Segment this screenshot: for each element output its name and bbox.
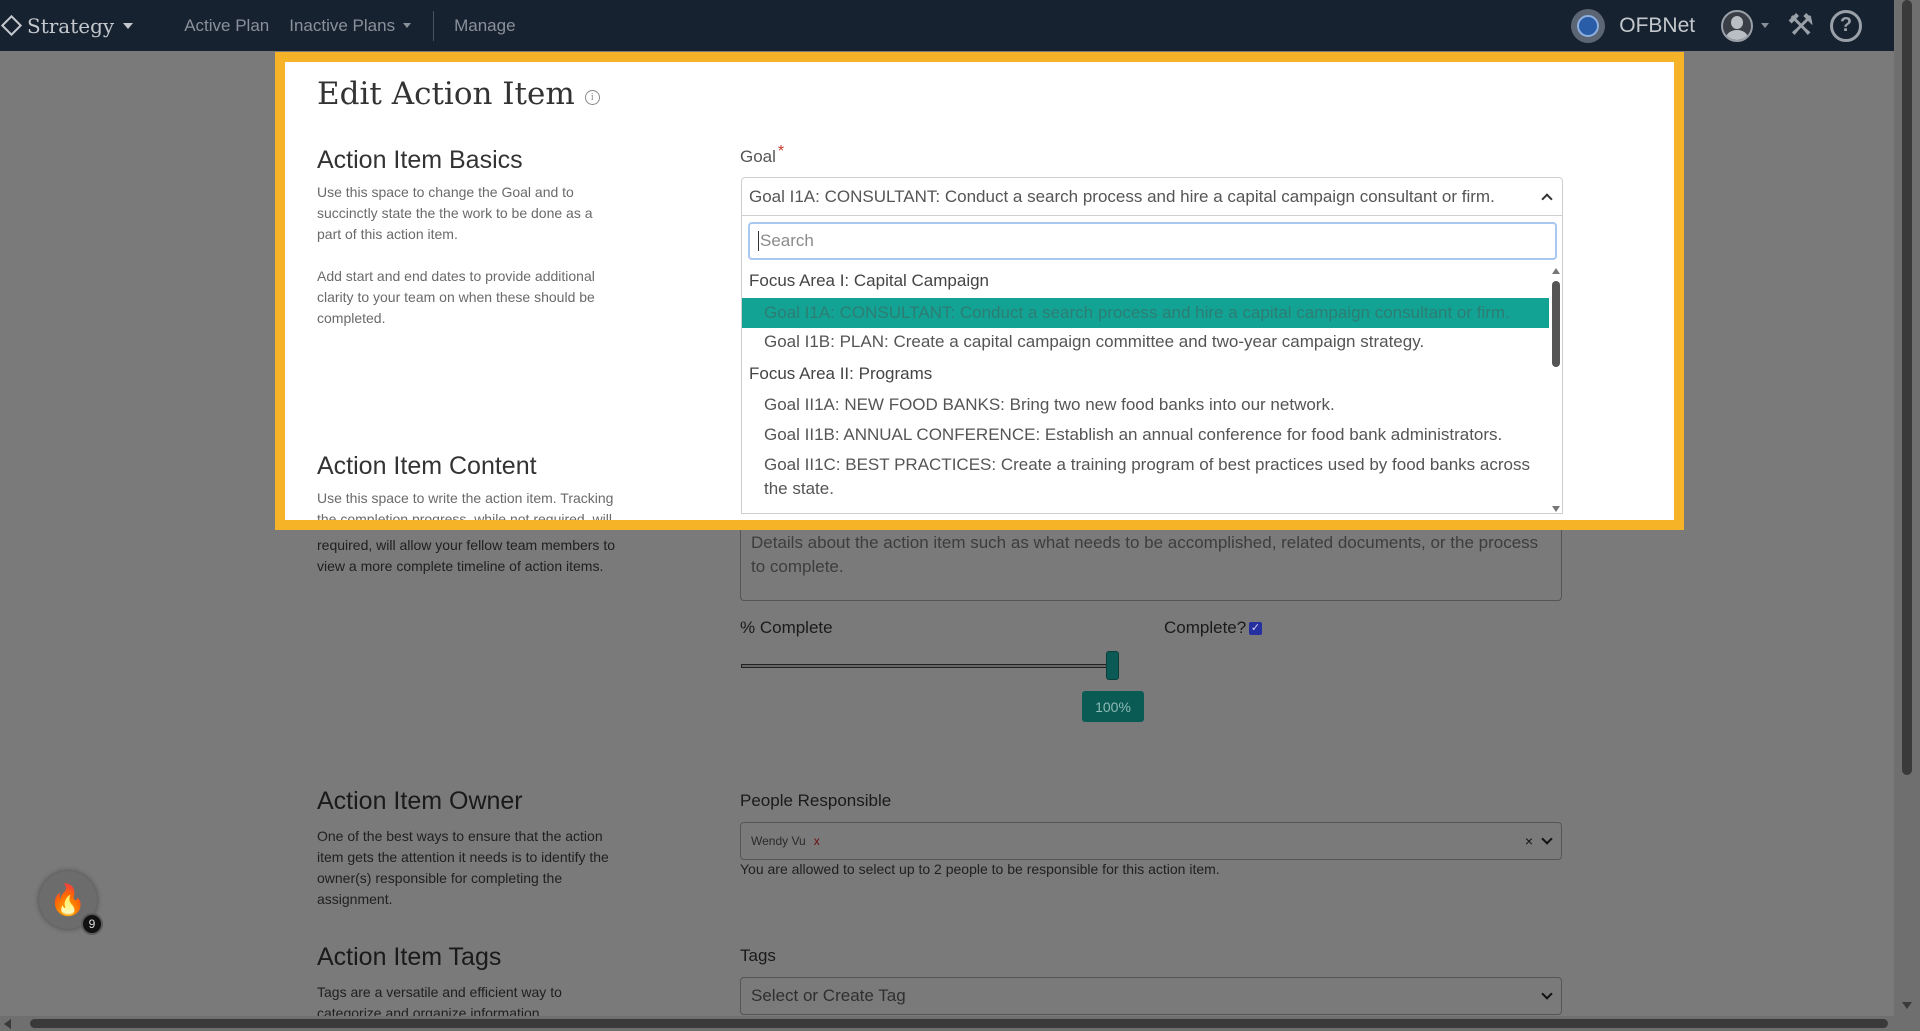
- search-placeholder: Search: [760, 231, 814, 250]
- tags-section-title: Action Item Tags: [317, 943, 502, 971]
- owner-section-desc: One of the best ways to ensure that the …: [317, 828, 609, 907]
- content-desc-tail: required, will allow your fellow team me…: [317, 537, 615, 574]
- text-cursor: [758, 231, 759, 251]
- tags-select[interactable]: Select or Create Tag: [740, 977, 1562, 1015]
- help-icon[interactable]: ?: [1830, 9, 1862, 42]
- chevron-down-icon[interactable]: [1541, 988, 1553, 1000]
- basics-desc-2: Add start and end dates to provide addit…: [317, 268, 595, 326]
- modal-title: Edit Action Item i: [317, 76, 600, 112]
- goal-option-i1a[interactable]: Goal I1A: CONSULTANT: Conduct a search p…: [742, 298, 1549, 328]
- user-menu-caret-icon[interactable]: [1761, 23, 1770, 28]
- remove-person-icon[interactable]: x: [814, 834, 820, 848]
- nav-active-plan[interactable]: Active Plan: [184, 16, 269, 36]
- goal-label: Goal *: [740, 143, 784, 167]
- scroll-down-arrow-icon[interactable]: [1552, 506, 1560, 512]
- people-responsible-label: People Responsible: [740, 791, 892, 810]
- goal-search-input[interactable]: Search: [748, 222, 1557, 260]
- flame-icon: 🔥: [49, 883, 87, 917]
- brand-label: Strategy: [27, 13, 115, 38]
- percent-slider-track[interactable]: [741, 664, 1117, 668]
- dropdown-scrollbar[interactable]: [1551, 268, 1561, 512]
- chevron-up-icon[interactable]: [1541, 193, 1553, 205]
- nav-inactive-plans-label: Inactive Plans: [289, 15, 396, 35]
- option-group-capital-campaign: Focus Area I: Capital Campaign: [749, 271, 990, 290]
- content-section-desc: Use this space to write the action item.…: [317, 490, 614, 527]
- brand-menu[interactable]: Strategy: [0, 13, 134, 38]
- goal-option-ii1c[interactable]: Goal II1C: BEST PRACTICES: Create a trai…: [742, 453, 1532, 501]
- notification-count: 9: [81, 913, 103, 935]
- horizontal-scrollbar[interactable]: [0, 1016, 1894, 1031]
- goal-option-i1b[interactable]: Goal I1B: PLAN: Create a capital campaig…: [742, 330, 1549, 354]
- tags-placeholder: Select or Create Tag: [751, 986, 906, 1005]
- goal-option-ii1a[interactable]: Goal II1A: NEW FOOD BANKS: Bring two new…: [742, 393, 1549, 417]
- select-controls: ×: [1525, 833, 1553, 849]
- highlighted-edit-region: Edit Action Item i Action Item Basics Us…: [275, 52, 1684, 530]
- person-chip-label: Wendy Vu: [751, 834, 806, 848]
- basics-desc-1: Use this space to change the Goal and to…: [317, 184, 593, 242]
- nav-divider: [433, 10, 435, 41]
- goal-option-ii1b[interactable]: Goal II1B: ANNUAL CONFERENCE: Establish …: [742, 423, 1549, 447]
- complete-checkbox[interactable]: ✓: [1249, 622, 1262, 635]
- top-navbar: Strategy Active Plan Inactive Plans Mana…: [0, 0, 1894, 51]
- percent-slider-handle[interactable]: [1106, 651, 1119, 680]
- goal-selected-value: Goal I1A: CONSULTANT: Conduct a search p…: [749, 186, 1495, 206]
- owner-section-title: Action Item Owner: [317, 787, 523, 815]
- dropdown-scroll-thumb[interactable]: [1552, 281, 1560, 367]
- scroll-left-arrow-icon[interactable]: [4, 1019, 11, 1029]
- scroll-down-arrow-icon[interactable]: [1902, 1002, 1912, 1009]
- caret-down-icon: [403, 23, 412, 28]
- scroll-up-arrow-icon[interactable]: [1552, 268, 1560, 274]
- org-logo-icon[interactable]: [1571, 8, 1606, 43]
- details-textarea[interactable]: Details about the action item such as wh…: [740, 525, 1562, 601]
- select-controls: [1533, 988, 1553, 1000]
- vertical-scrollbar[interactable]: [1894, 0, 1920, 1031]
- caret-down-icon: [123, 22, 134, 29]
- horizontal-scroll-thumb[interactable]: [30, 1019, 1888, 1028]
- people-responsible-select[interactable]: Wendy Vu x ×: [740, 822, 1562, 860]
- option-group-programs: Focus Area II: Programs: [749, 364, 933, 383]
- person-chip: Wendy Vu x: [751, 834, 820, 848]
- modal-title-text: Edit Action Item: [317, 76, 575, 112]
- tools-icon[interactable]: ⚒: [1787, 10, 1814, 41]
- complete-label: Complete?: [1164, 618, 1247, 637]
- nav-manage[interactable]: Manage: [454, 16, 515, 36]
- info-icon[interactable]: i: [584, 89, 600, 105]
- goal-label-text: Goal: [740, 147, 776, 166]
- user-avatar-icon[interactable]: [1721, 9, 1754, 42]
- chevron-down-icon[interactable]: [1541, 833, 1553, 845]
- nav-inactive-plans[interactable]: Inactive Plans: [289, 15, 412, 36]
- strategy-logo-icon: [0, 14, 23, 37]
- tags-label: Tags: [740, 946, 776, 965]
- goal-select[interactable]: Goal I1A: CONSULTANT: Conduct a search p…: [741, 177, 1563, 216]
- goal-dropdown: Search Focus Area I: Capital Campaign Go…: [741, 216, 1563, 514]
- content-section-title: Action Item Content: [317, 452, 537, 480]
- org-name[interactable]: OFBNet: [1619, 14, 1695, 38]
- clear-selection-icon[interactable]: ×: [1525, 833, 1533, 849]
- vertical-scroll-thumb[interactable]: [1902, 0, 1912, 775]
- basics-section-title: Action Item Basics: [317, 146, 523, 174]
- required-mark: *: [777, 143, 785, 160]
- percent-value-badge: 100%: [1082, 691, 1144, 722]
- navbar-right: OFBNet ⚒ ?: [1571, 0, 1862, 51]
- activity-badge-button[interactable]: 🔥 9: [39, 871, 103, 935]
- percent-complete-label: % Complete: [740, 618, 833, 637]
- people-help-text: You are allowed to select up to 2 people…: [740, 861, 1220, 877]
